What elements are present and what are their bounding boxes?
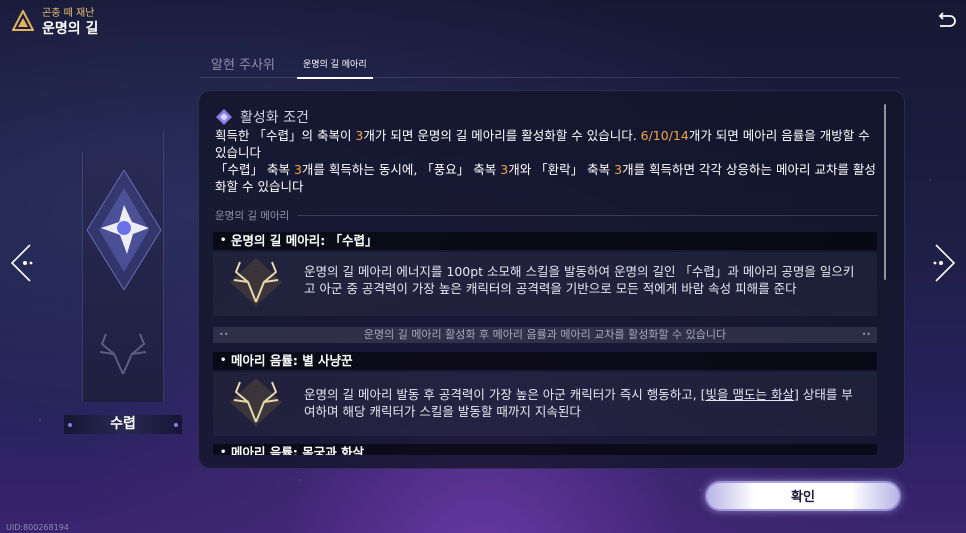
activation-notice: •• 운명의 길 메아리 활성화 후 메아리 음률과 메아리 교차를 활성화할 … [213, 327, 877, 343]
cond-highlight: 3 [500, 162, 509, 177]
right-arrow-icon[interactable] [928, 243, 958, 283]
melody-item-title: 메아리 음률: 목궁과 화살 [213, 444, 877, 455]
tab-echo[interactable]: 운명의 길 메아리 [296, 55, 373, 79]
card-name-label: 수렵 [64, 415, 182, 434]
item-clip: 메아리 음률: 목궁과 화살 [213, 444, 877, 455]
status-link[interactable]: [빛을 맴도는 화살] [701, 387, 799, 402]
stag-emblem-icon [230, 378, 282, 426]
tab-bar: 알현 주사위 운명의 길 메아리 [205, 52, 373, 79]
label-dot-right [174, 423, 178, 427]
header-subtitle: 곤충 떼 재난 [42, 8, 95, 19]
melody-item-title: 메아리 음률: 별 사냥꾼 [213, 352, 877, 370]
cond-highlight: 3 [293, 162, 302, 177]
tab-divider [200, 77, 900, 78]
notice-dots-right: •• [861, 330, 871, 339]
section-label: 운명의 길 메아리 [215, 210, 290, 222]
stag-emblem-icon [230, 258, 282, 306]
tab-dice[interactable]: 알현 주사위 [205, 52, 281, 79]
stag-emblem-icon [99, 333, 147, 375]
condition-text: 획득한 「수렵」의 축복이 3 개가 되면 운명의 길 메아리를 활성화할 수 있… [215, 127, 879, 195]
echo-item-desc: 운명의 길 메아리 에너지를 100pt 소모해 스킬을 발동하여 운명의 길인… [304, 264, 855, 296]
triangle-emblem-icon [12, 10, 34, 31]
section-divider [298, 215, 878, 216]
header: 곤충 떼 재난 운명의 길 [12, 8, 98, 38]
cond-text-part: 획득한 「수렵」의 축복이 [215, 128, 356, 143]
melody-item-desc: 운명의 길 메아리 발동 후 공격력이 가장 높은 아군 캐릭터가 즉시 행동하… [304, 386, 864, 420]
cond-text-part: 개가 되면 운명의 길 메아리를 활성화할 수 있습니다. [363, 128, 641, 143]
uid-label: UID:800268194 [6, 523, 69, 532]
back-arrow-icon[interactable] [936, 10, 958, 32]
page-title: 운명의 길 [42, 21, 99, 37]
desc-text-part: 운명의 길 메아리 발동 후 공격력이 가장 높은 아군 캐릭터가 즉시 행동하… [304, 387, 701, 402]
confirm-button[interactable]: 확인 [705, 481, 901, 511]
cond-text-part: 개와 「환락」 축복 [508, 162, 615, 177]
cond-text-part: 개를 획득하는 동시에, 「풍요」 축복 [301, 162, 501, 177]
cond-highlight: 6/10/14 [640, 128, 689, 143]
card-name: 수렵 [110, 416, 136, 432]
condition-heading: 활성화 조건 [216, 107, 309, 127]
notice-text: 운명의 길 메아리 활성화 후 메아리 음률과 메아리 교차를 활성화할 수 있… [363, 328, 727, 341]
star-crystal-icon [86, 170, 162, 290]
notice-dots-left: •• [219, 330, 229, 339]
panel-scrollbar[interactable] [884, 104, 886, 280]
label-dot-left [68, 423, 72, 427]
condition-title: 활성화 조건 [240, 110, 309, 126]
diamond-icon [216, 109, 232, 125]
cond-highlight: 3 [614, 162, 623, 177]
echo-item-title: 운명의 길 메아리: 「수렵」 [213, 232, 877, 250]
cond-text-part: 「수렵」 축복 [215, 162, 294, 177]
left-arrow-icon[interactable] [8, 243, 38, 283]
